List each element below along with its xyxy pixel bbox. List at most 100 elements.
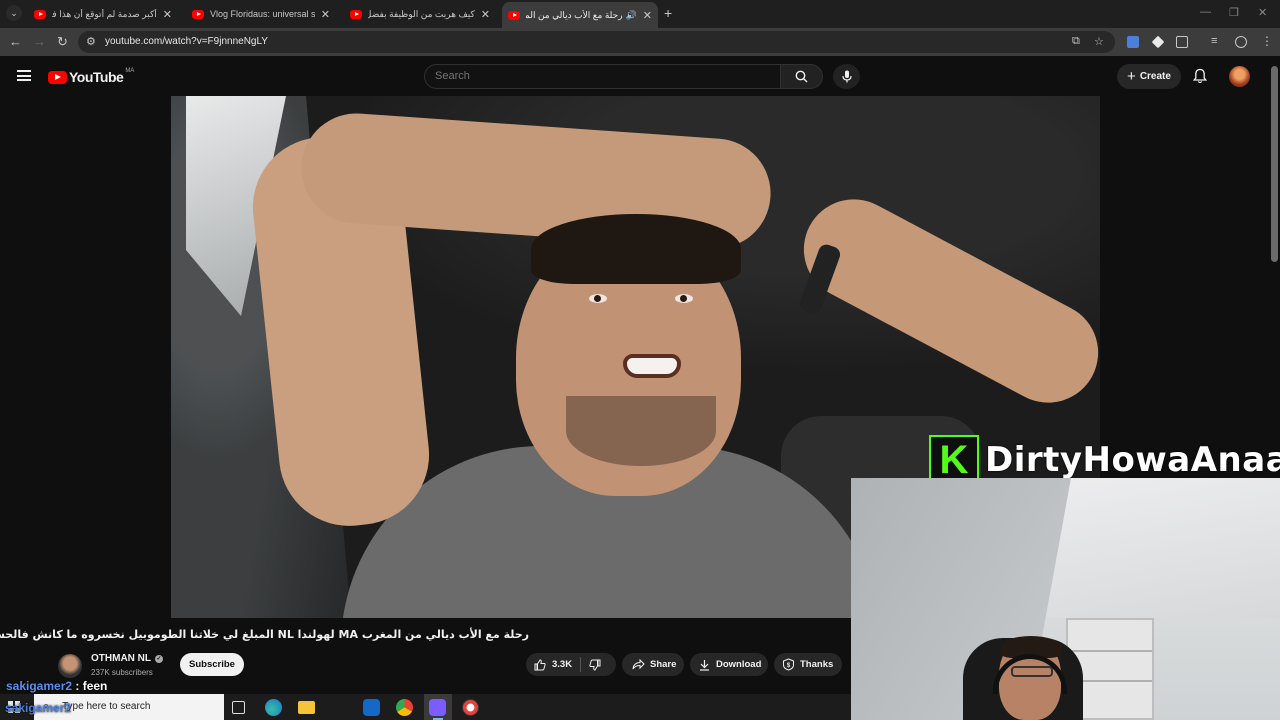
chat-text: : feen bbox=[72, 679, 108, 693]
channel-avatar[interactable] bbox=[58, 654, 82, 678]
channel-name[interactable]: OTHMAN NL bbox=[91, 653, 151, 664]
back-icon[interactable]: ← bbox=[9, 34, 22, 49]
subscribe-button[interactable]: Subscribe bbox=[180, 653, 244, 676]
video-info-section: رحلة مع الأب ديالي من المغرب MA لهولندا … bbox=[0, 618, 851, 692]
webcam-overlay bbox=[851, 478, 1280, 720]
create-label: Create bbox=[1139, 71, 1171, 82]
close-tab-icon[interactable]: ✕ bbox=[643, 9, 652, 22]
translate-extension-icon[interactable] bbox=[1127, 36, 1139, 48]
new-tab-icon[interactable]: + bbox=[664, 5, 672, 21]
youtube-favicon-icon bbox=[508, 10, 520, 20]
chat-message: sakigamer2 : feen bbox=[6, 679, 107, 693]
page-scrollbar[interactable] bbox=[1271, 66, 1278, 262]
extensions-puzzle-icon[interactable] bbox=[1176, 36, 1188, 48]
youtube-wordmark: YouTube bbox=[69, 69, 124, 85]
tab-title: Vlog Floridaus: universal studios bbox=[210, 9, 315, 19]
chat-username: sakigamer2 bbox=[6, 679, 73, 693]
create-button[interactable]: + Create bbox=[1117, 64, 1181, 89]
search-icon bbox=[795, 70, 808, 83]
streamer-name-overlay: K DirtyHowaAnaa bbox=[929, 435, 1280, 485]
windows-taskbar: ⌕ Type here to search bbox=[0, 694, 851, 720]
thanks-button[interactable]: $ Thanks bbox=[774, 653, 842, 676]
youtube-favicon-icon bbox=[350, 9, 362, 19]
chat-username-overlap: sakigamer2 bbox=[5, 701, 72, 715]
video-title: رحلة مع الأب ديالي من المغرب MA لهولندا … bbox=[0, 628, 529, 641]
search-box[interactable] bbox=[424, 64, 781, 89]
browser-tab-strip: ⌄ أكبر صدمة لم أتوقع أن هذا في الأ ✕ Vlo… bbox=[0, 0, 1280, 28]
plus-icon: + bbox=[1127, 68, 1136, 85]
close-tab-icon[interactable]: ✕ bbox=[481, 8, 490, 21]
channel-name-row[interactable]: OTHMAN NL ✓ bbox=[91, 653, 163, 664]
svg-text:$: $ bbox=[787, 663, 791, 669]
country-code: MA bbox=[125, 68, 135, 74]
thanks-label: Thanks bbox=[800, 659, 834, 670]
obs-recorder-icon[interactable] bbox=[462, 699, 479, 716]
file-explorer-icon[interactable] bbox=[298, 701, 315, 714]
verified-check-icon: ✓ bbox=[155, 654, 163, 663]
thumbs-up-icon bbox=[534, 658, 546, 670]
share-button[interactable]: Share bbox=[622, 653, 684, 676]
like-count: 3.3K bbox=[552, 659, 573, 670]
close-tab-icon[interactable]: ✕ bbox=[321, 8, 330, 21]
person-beard bbox=[566, 396, 716, 466]
browser-toolbar: ← → ↻ ⚙ youtube.com/watch?v=F9jnnneNgLY … bbox=[0, 28, 1280, 56]
subscriber-count: 237K subscribers bbox=[91, 668, 153, 677]
forward-icon[interactable]: → bbox=[33, 34, 46, 49]
bookmark-star-icon[interactable]: ☆ bbox=[1094, 35, 1104, 48]
person-eye-right bbox=[675, 294, 693, 303]
tab-title: أكبر صدمة لم أتوقع أن هذا في الأ bbox=[52, 8, 157, 19]
like-dislike-group: 3.3K bbox=[526, 653, 616, 676]
reload-icon[interactable]: ↻ bbox=[57, 34, 68, 50]
close-window-icon[interactable]: ✕ bbox=[1258, 6, 1267, 19]
url-text: youtube.com/watch?v=F9jnnneNgLY bbox=[105, 36, 268, 47]
outlook-icon[interactable] bbox=[363, 699, 380, 716]
address-bar[interactable]: ⚙ youtube.com/watch?v=F9jnnneNgLY ⧉ ☆ bbox=[78, 31, 1115, 53]
person-mouth bbox=[623, 354, 681, 378]
download-button[interactable]: Download bbox=[690, 653, 768, 676]
youtube-masthead: YouTube MA + Create bbox=[0, 56, 1280, 96]
close-tab-icon[interactable]: ✕ bbox=[163, 8, 172, 21]
download-icon bbox=[700, 659, 709, 671]
like-button[interactable]: 3.3K bbox=[526, 653, 580, 676]
audio-playing-icon[interactable]: 🔊 bbox=[626, 10, 637, 21]
hamburger-menu-icon[interactable] bbox=[17, 70, 31, 81]
install-app-icon[interactable]: ⧉ bbox=[1072, 35, 1080, 48]
edge-browser-icon[interactable] bbox=[265, 699, 282, 716]
tab-2[interactable]: Vlog Floridaus: universal studios ✕ bbox=[186, 4, 336, 24]
restore-icon[interactable]: ❐ bbox=[1229, 6, 1239, 19]
task-view-icon[interactable] bbox=[232, 701, 245, 714]
screen: ⌄ أكبر صدمة لم أتوقع أن هذا في الأ ✕ Vlo… bbox=[0, 0, 1280, 720]
person-eye-left bbox=[589, 294, 607, 303]
extension-diamond-icon[interactable] bbox=[1151, 35, 1165, 49]
search-button[interactable] bbox=[781, 64, 823, 89]
chat-app-icon bbox=[429, 699, 446, 716]
youtube-favicon-icon bbox=[34, 9, 46, 19]
youtube-logo[interactable]: YouTube MA bbox=[48, 68, 135, 85]
chrome-menu-icon[interactable]: ⋮ bbox=[1261, 34, 1273, 48]
dislike-button[interactable] bbox=[581, 653, 609, 676]
share-arrow-icon bbox=[632, 659, 645, 670]
tab-active[interactable]: رحلة مع الأب ديالي من المغرب 🔊 ✕ bbox=[502, 2, 658, 28]
youtube-play-logo-icon bbox=[48, 70, 67, 84]
taskbar-search-placeholder: Type here to search bbox=[62, 701, 151, 712]
minimize-icon[interactable]: — bbox=[1200, 6, 1211, 18]
tab-search-icon[interactable]: ⌄ bbox=[6, 5, 22, 21]
search-input[interactable] bbox=[435, 70, 765, 82]
notifications-bell-icon[interactable] bbox=[1192, 68, 1208, 89]
tab-title: رحلة مع الأب ديالي من المغرب bbox=[526, 9, 623, 20]
chrome-icon[interactable] bbox=[396, 699, 413, 716]
active-app-slot[interactable] bbox=[424, 694, 452, 720]
thumbs-down-icon bbox=[589, 659, 601, 671]
tab-title: كيف هربت من الوظيفة بفضل الذ bbox=[368, 8, 475, 19]
tab-1[interactable]: أكبر صدمة لم أتوقع أن هذا في الأ ✕ bbox=[28, 4, 178, 24]
voice-search-button[interactable] bbox=[833, 64, 860, 89]
tab-3[interactable]: كيف هربت من الوظيفة بفضل الذ ✕ bbox=[344, 4, 496, 24]
profile-icon[interactable] bbox=[1235, 36, 1247, 48]
site-settings-icon[interactable]: ⚙ bbox=[86, 35, 96, 48]
account-avatar[interactable] bbox=[1229, 66, 1250, 87]
download-label: Download bbox=[716, 659, 762, 670]
microphone-icon bbox=[841, 70, 852, 83]
person-hair bbox=[531, 214, 741, 284]
streamer-name: DirtyHowaAnaa bbox=[985, 440, 1280, 480]
media-controls-icon[interactable]: ≡ bbox=[1211, 35, 1217, 47]
